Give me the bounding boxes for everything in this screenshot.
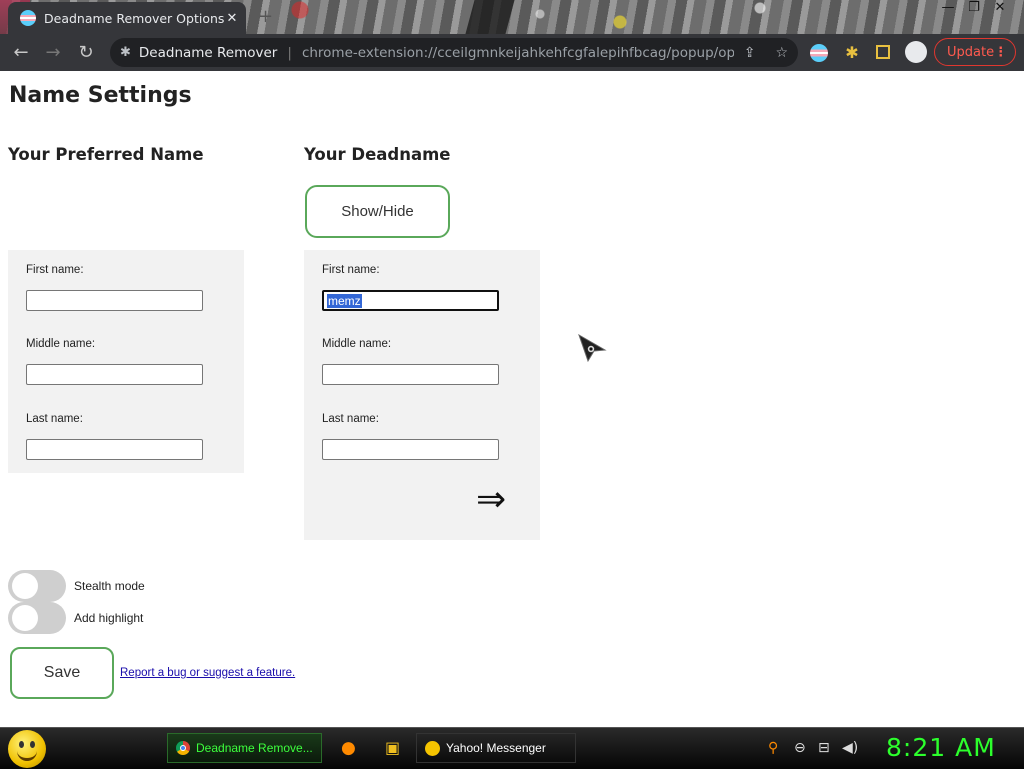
volume-icon[interactable]: ◀) — [842, 740, 858, 756]
close-window-icon[interactable]: ✕ — [988, 0, 1012, 20]
options-page: Name Settings Your Preferred Name Your D… — [0, 71, 1024, 727]
report-bug-link[interactable]: Report a bug or suggest a feature. — [120, 667, 295, 679]
update-label: Update — [947, 44, 995, 60]
deadname-panel: First name: memz Middle name: Last name:… — [304, 250, 540, 540]
deadname-last-name-input[interactable] — [322, 439, 499, 460]
preferred-last-name-input[interactable] — [26, 439, 203, 460]
taskbar-item-yahoo-messenger[interactable]: Yahoo! Messenger — [416, 733, 576, 763]
new-tab-button[interactable]: + — [258, 6, 273, 27]
tab-title: Deadname Remover Options — [44, 10, 224, 26]
preferred-first-name-input[interactable] — [26, 290, 203, 311]
address-url: chrome-extension://cceilgmnkeijahkehfcgf… — [301, 44, 734, 61]
side-panel-icon[interactable] — [876, 45, 890, 59]
taskbar-item-label: Yahoo! Messenger — [446, 741, 546, 755]
address-site-name: Deadname Remover — [138, 44, 278, 61]
smiley-start-button[interactable] — [8, 730, 46, 768]
preferred-name-panel: First name: Middle name: Last name: — [8, 250, 244, 473]
show-hide-button[interactable]: Show/Hide — [305, 185, 450, 238]
address-separator: | — [287, 44, 292, 61]
deadname-middle-name-label: Middle name: — [322, 338, 392, 350]
stealth-mode-label: Stealth mode — [74, 579, 145, 593]
deadname-heading: Your Deadname — [304, 145, 451, 164]
deadname-middle-name-input[interactable] — [322, 364, 499, 385]
reload-icon[interactable]: ↻ — [73, 40, 99, 66]
preferred-middle-name-input[interactable] — [26, 364, 203, 385]
taskbar-clock[interactable]: 8:21 AM — [886, 733, 996, 762]
start-smile — [17, 750, 37, 761]
chrome-icon — [176, 741, 190, 755]
address-bar[interactable]: ✱ Deadname Remover | chrome-extension://… — [110, 38, 798, 67]
yahoo-smiley-icon — [425, 740, 440, 756]
tab-deadname-remover-options[interactable]: Deadname Remover Options ✕ — [8, 2, 246, 34]
minimize-icon[interactable]: — — [936, 0, 960, 20]
toggle-knob — [12, 573, 38, 599]
save-button[interactable]: Save — [10, 647, 114, 699]
preferred-last-name-label: Last name: — [26, 413, 83, 425]
page-title: Name Settings — [9, 83, 192, 108]
taskbar-item-chrome[interactable]: Deadname Remove... — [167, 733, 322, 763]
search-icon[interactable]: ⚲ — [768, 740, 778, 756]
preferred-first-name-label: First name: — [26, 264, 84, 276]
toggle-knob — [12, 605, 38, 631]
share-icon[interactable]: ⇪ — [744, 45, 756, 61]
network-icon[interactable]: ⊟ — [818, 740, 830, 756]
wallpaper-decoration — [465, 0, 515, 34]
taskbar-item-label: Deadname Remove... — [196, 741, 313, 755]
preferred-middle-name-label: Middle name: — [26, 338, 96, 350]
trans-flag-extension-icon[interactable] — [810, 44, 828, 62]
trans-flag-favicon-icon — [20, 10, 36, 26]
forward-icon[interactable]: → — [40, 40, 66, 66]
bookmark-star-icon[interactable]: ☆ — [775, 45, 788, 61]
browser-toolbar: ← → ↻ ✱ Deadname Remover | chrome-extens… — [0, 34, 1024, 71]
restore-icon[interactable]: ❐ — [962, 0, 986, 20]
window-titlebar[interactable]: Deadname Remover Options ✕ + — ❐ ✕ — [0, 0, 1024, 34]
add-highlight-label: Add highlight — [74, 611, 144, 625]
mouse-cursor-icon — [578, 334, 607, 363]
status-circle-icon[interactable]: ⊖ — [794, 740, 806, 756]
replace-arrow-icon[interactable]: ⇒ — [476, 482, 506, 518]
start-eye-left — [19, 741, 24, 748]
deadname-first-name-label: First name: — [322, 264, 380, 276]
preferred-name-heading: Your Preferred Name — [8, 145, 204, 164]
add-highlight-row[interactable]: Add highlight — [8, 602, 143, 634]
extensions-puzzle-icon[interactable]: ✱ — [842, 43, 862, 63]
add-highlight-toggle[interactable] — [8, 602, 66, 634]
firefox-icon[interactable]: ● — [341, 738, 356, 758]
tab-close-icon[interactable]: ✕ — [224, 11, 240, 26]
stealth-mode-row[interactable]: Stealth mode — [8, 570, 145, 602]
back-icon[interactable]: ← — [8, 40, 34, 66]
deadname-first-name-input[interactable]: memz — [322, 290, 499, 311]
start-eye-right — [30, 741, 35, 748]
deadname-last-name-label: Last name: — [322, 413, 379, 425]
folder-icon[interactable]: ▣ — [385, 738, 400, 757]
update-button[interactable]: Update ⋮ — [934, 38, 1016, 66]
selected-text: memz — [327, 294, 362, 308]
extension-puzzle-icon: ✱ — [120, 45, 131, 60]
menu-dots-icon: ⋮ — [994, 44, 1008, 60]
profile-avatar-icon[interactable] — [905, 41, 927, 63]
stealth-mode-toggle[interactable] — [8, 570, 66, 602]
taskbar: Deadname Remove... ● ▣ Yahoo! Messenger … — [0, 727, 1024, 769]
